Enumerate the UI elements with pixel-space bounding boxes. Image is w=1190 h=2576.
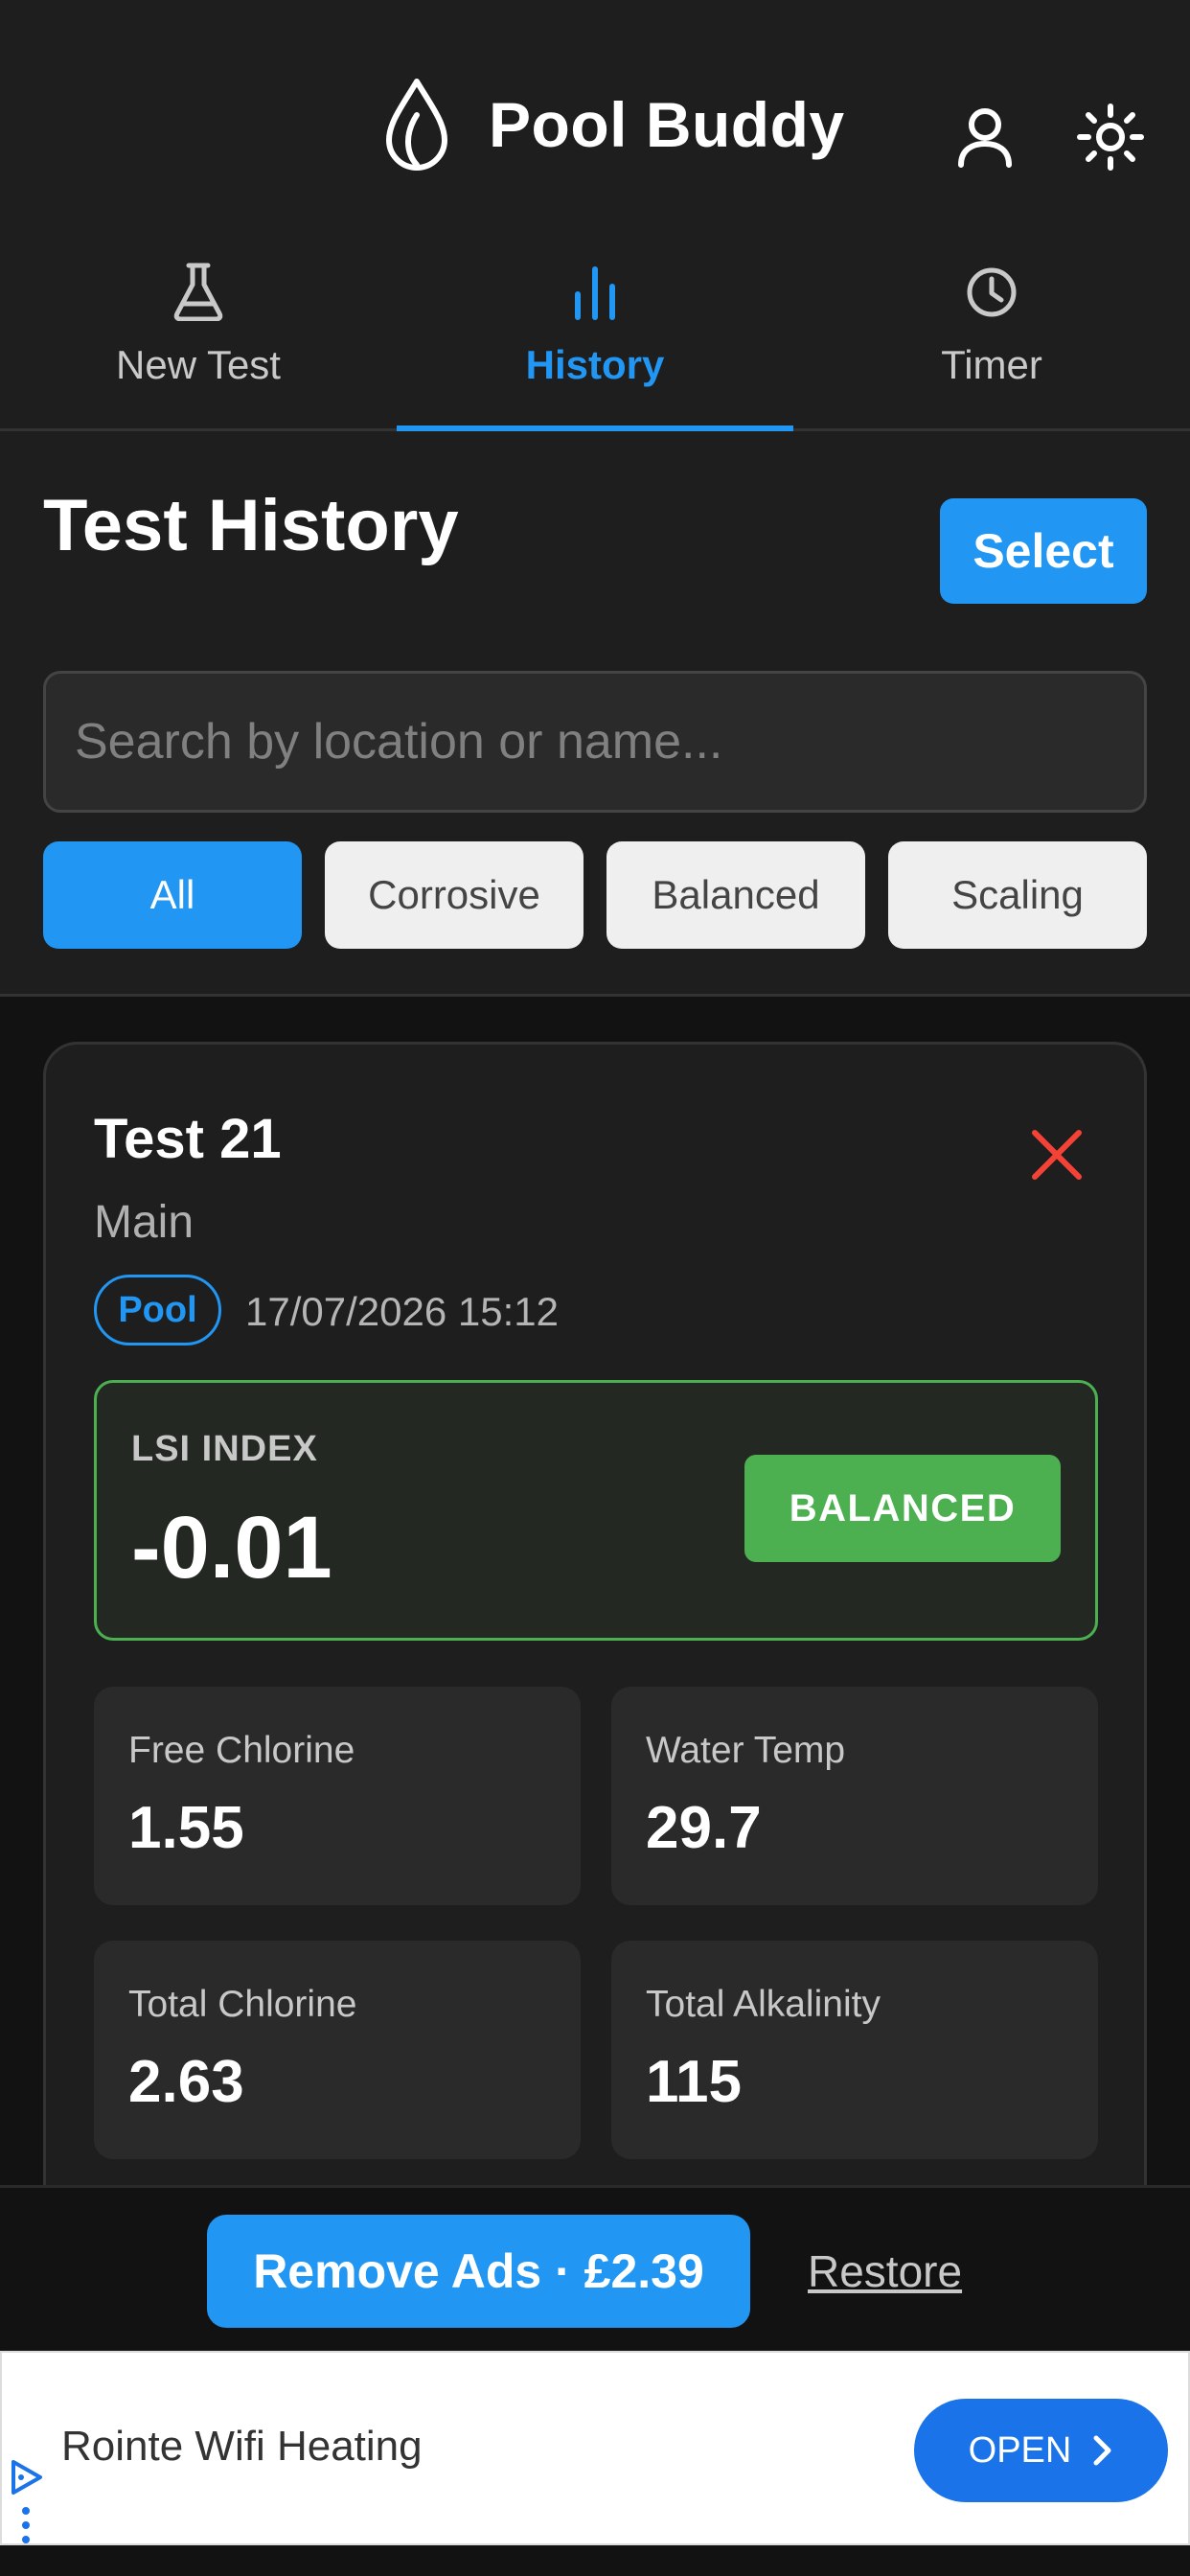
app-header: Pool Buddy New Test History Timer bbox=[0, 0, 1190, 434]
theme-toggle-button[interactable] bbox=[1077, 104, 1144, 171]
test-card[interactable]: Test 21 Main Pool 17/07/2026 15:12 LSI I… bbox=[43, 1042, 1147, 2288]
metric-value: 115 bbox=[646, 2049, 743, 2115]
test-title: Test 21 bbox=[94, 1108, 282, 1170]
flask-icon bbox=[173, 263, 223, 321]
remove-ads-button[interactable]: Remove Ads · £2.39 bbox=[207, 2215, 750, 2328]
app-root: Pool Buddy New Test History Timer Test H… bbox=[0, 0, 1190, 2576]
type-badge: Pool bbox=[94, 1275, 221, 1346]
bar-chart-icon bbox=[575, 266, 615, 320]
tab-label: History bbox=[525, 342, 665, 387]
filter-chips: All Corrosive Balanced Scaling bbox=[43, 841, 1147, 949]
test-location: Main bbox=[94, 1197, 195, 1248]
filter-scaling[interactable]: Scaling bbox=[888, 841, 1147, 949]
metric-value: 1.55 bbox=[128, 1795, 244, 1861]
metric-label: Free Chlorine bbox=[128, 1730, 355, 1771]
restore-link[interactable]: Restore bbox=[808, 2245, 962, 2297]
close-icon bbox=[1032, 1130, 1082, 1180]
clock-icon bbox=[967, 267, 1017, 317]
delete-test-button[interactable] bbox=[1023, 1121, 1090, 1188]
app-title: Pool Buddy bbox=[489, 89, 845, 160]
user-icon bbox=[958, 108, 1012, 168]
lsi-value: -0.01 bbox=[131, 1499, 332, 1597]
water-drop-icon bbox=[386, 79, 447, 171]
filter-all[interactable]: All bbox=[43, 841, 302, 949]
metric-label: Total Chlorine bbox=[128, 1984, 357, 2025]
page-title: Test History bbox=[43, 485, 459, 566]
chevron-right-icon bbox=[1093, 2435, 1111, 2466]
ad-banner[interactable]: Rointe Wifi Heating OPEN bbox=[0, 2351, 1190, 2545]
tab-bar: New Test History Timer bbox=[0, 254, 1190, 434]
ad-open-label: OPEN bbox=[968, 2429, 1072, 2471]
profile-button[interactable] bbox=[951, 104, 1018, 171]
tab-history[interactable]: History bbox=[397, 254, 793, 434]
more-options-icon[interactable] bbox=[21, 2506, 31, 2544]
metric-label: Total Alkalinity bbox=[646, 1984, 881, 2025]
tab-label: New Test bbox=[116, 342, 281, 387]
history-toolbar: Test History Select All Corrosive Balanc… bbox=[0, 431, 1190, 997]
metric-water-temp: Water Temp 29.7 bbox=[611, 1687, 1098, 1905]
select-button[interactable]: Select bbox=[940, 498, 1147, 604]
filter-balanced[interactable]: Balanced bbox=[606, 841, 865, 949]
search-input[interactable] bbox=[43, 671, 1147, 813]
ad-choices-icon[interactable] bbox=[8, 2458, 46, 2496]
tab-label: Timer bbox=[941, 342, 1042, 387]
tab-new-test[interactable]: New Test bbox=[0, 254, 397, 431]
sun-icon bbox=[1077, 104, 1144, 171]
status-badge: BALANCED bbox=[744, 1455, 1061, 1562]
metric-label: Water Temp bbox=[646, 1730, 846, 1771]
lsi-label: LSI INDEX bbox=[131, 1429, 318, 1469]
metric-value: 2.63 bbox=[128, 2049, 244, 2115]
metric-total-alkalinity: Total Alkalinity 115 bbox=[611, 1941, 1098, 2159]
filter-corrosive[interactable]: Corrosive bbox=[325, 841, 584, 949]
lsi-panel: LSI INDEX -0.01 BALANCED bbox=[94, 1380, 1098, 1641]
metric-value: 29.7 bbox=[646, 1795, 762, 1861]
metric-total-chlorine: Total Chlorine 2.63 bbox=[94, 1941, 581, 2159]
ad-open-button[interactable]: OPEN bbox=[914, 2399, 1168, 2502]
metric-free-chlorine: Free Chlorine 1.55 bbox=[94, 1687, 581, 1905]
ad-title[interactable]: Rointe Wifi Heating bbox=[61, 2423, 423, 2471]
test-datetime: 17/07/2026 15:12 bbox=[245, 1289, 559, 1334]
tab-timer[interactable]: Timer bbox=[793, 254, 1190, 431]
brand: Pool Buddy bbox=[383, 72, 845, 177]
purchase-bar: Remove Ads · £2.39 Restore bbox=[0, 2185, 1190, 2351]
